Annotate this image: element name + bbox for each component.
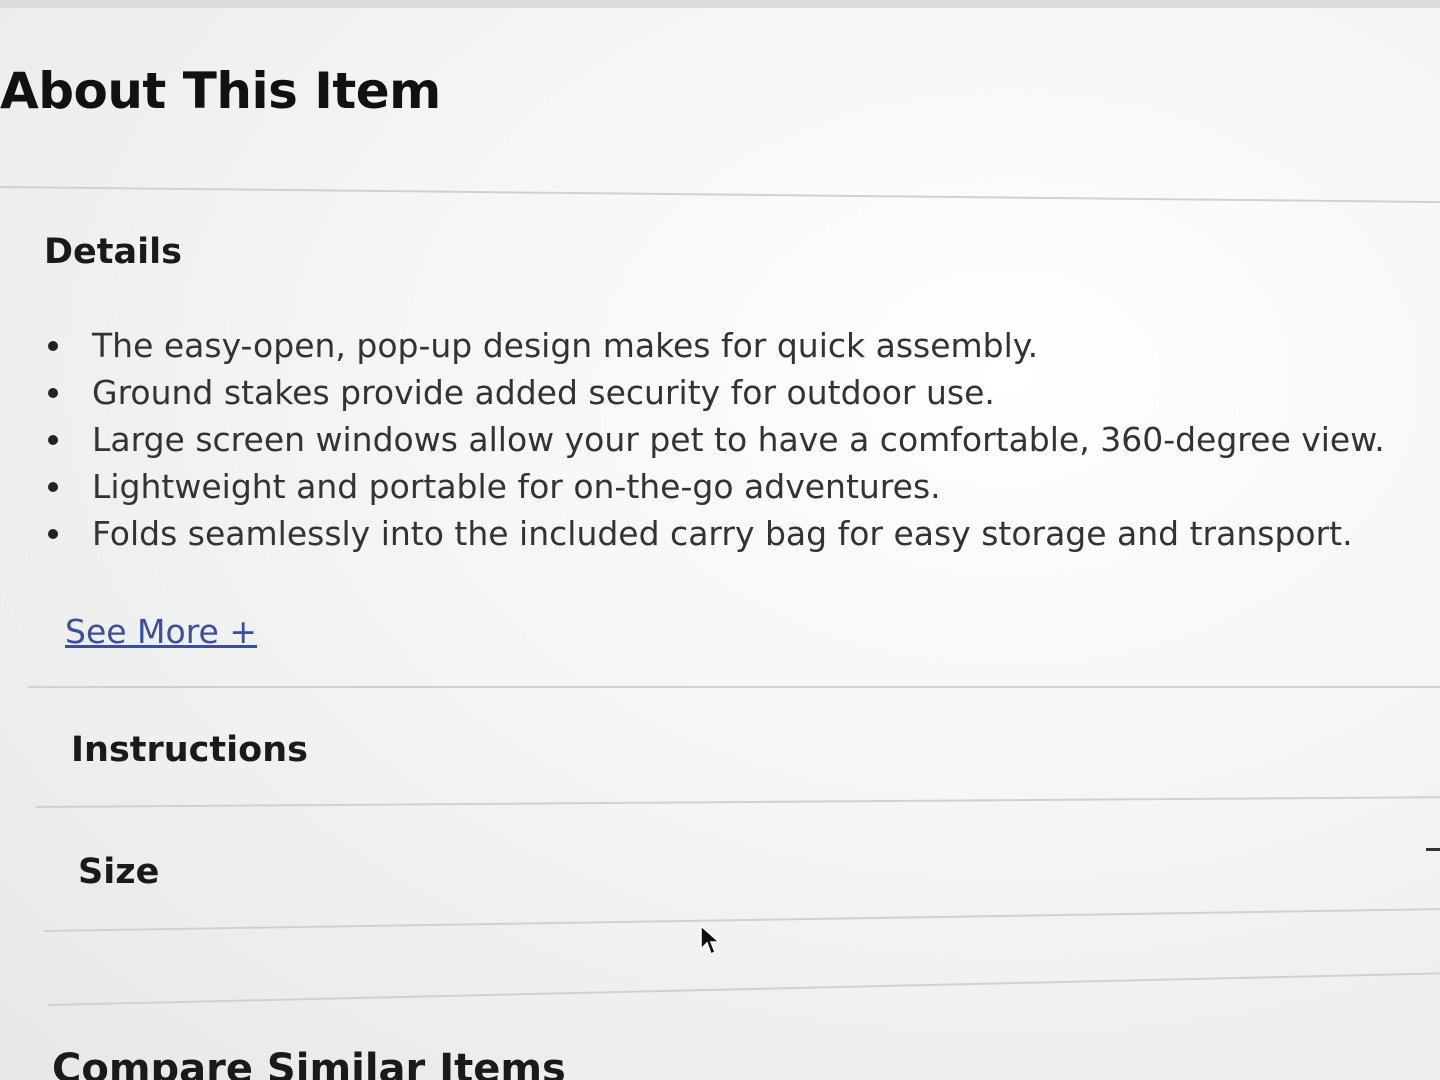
product-page: About This Item Details The easy-open, p… (0, 0, 1440, 1080)
details-heading[interactable]: Details (44, 232, 182, 272)
size-heading[interactable]: Size (78, 852, 159, 892)
title-divider (0, 186, 1440, 204)
section-divider (47, 972, 1440, 1006)
details-list: The easy-open, pop-up design makes for q… (44, 322, 1424, 557)
details-item: Large screen windows allow your pet to h… (44, 416, 1424, 463)
instructions-divider (35, 796, 1440, 808)
mouse-pointer-icon (700, 925, 721, 956)
details-item: Lightweight and portable for on-the-go a… (44, 463, 1424, 510)
details-item: Ground stakes provide added security for… (44, 369, 1424, 416)
compare-similar-items-heading: Compare Similar Items (52, 1046, 566, 1080)
instructions-heading[interactable]: Instructions (71, 730, 308, 770)
expand-plus-icon[interactable] (1426, 848, 1440, 851)
see-more-link[interactable]: See More + (65, 612, 257, 651)
details-divider (28, 686, 1440, 688)
top-divider (0, 0, 1440, 8)
size-divider (43, 908, 1440, 932)
about-this-item-title: About This Item (0, 62, 441, 120)
details-item: Folds seamlessly into the included carry… (44, 510, 1424, 557)
details-item: The easy-open, pop-up design makes for q… (44, 322, 1424, 369)
